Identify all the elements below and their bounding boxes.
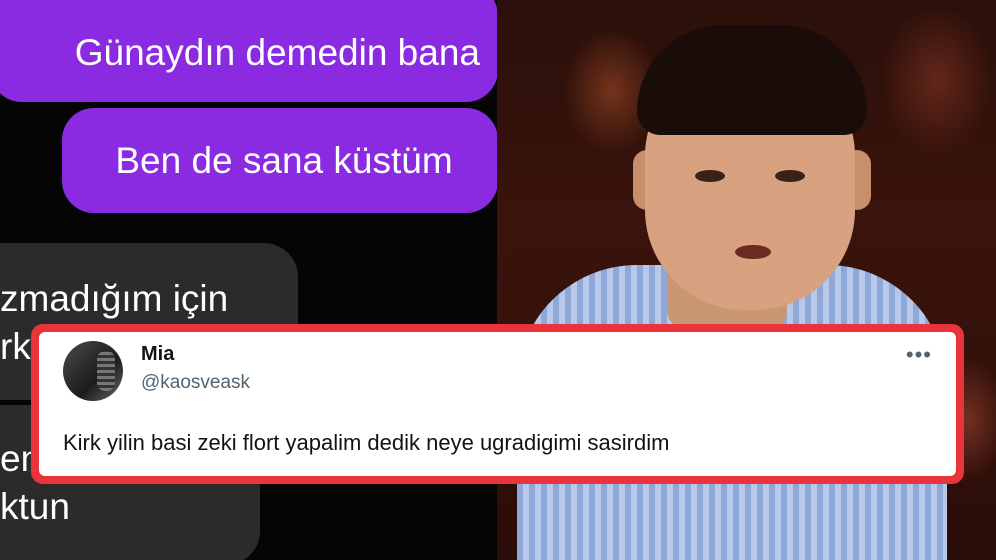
outgoing-message-bubble: Ben de sana küstüm xyxy=(62,108,497,213)
tweet-card: Mia @kaosveask ••• Kirk yilin basi zeki … xyxy=(31,324,964,484)
tweet-author-handle[interactable]: @kaosveask xyxy=(141,372,250,394)
more-horizontal-icon[interactable]: ••• xyxy=(906,344,932,366)
tweet-body: Mia @kaosveask ••• Kirk yilin basi zeki … xyxy=(39,332,956,476)
photo-eye xyxy=(775,170,805,182)
photo-eye xyxy=(695,170,725,182)
outgoing-message-bubble: Günaydın demedin bana xyxy=(0,0,497,102)
tweet-author-name[interactable]: Mia xyxy=(141,343,174,366)
tweet-text: Kirk yilin basi zeki flort yapalim dedik… xyxy=(63,430,670,455)
avatar[interactable] xyxy=(63,341,123,401)
message-text: Günaydın demedin bana xyxy=(74,31,480,73)
photo-hair xyxy=(637,25,867,135)
photo-mouth xyxy=(735,245,771,259)
message-text: Ben de sana küstüm xyxy=(115,140,453,181)
